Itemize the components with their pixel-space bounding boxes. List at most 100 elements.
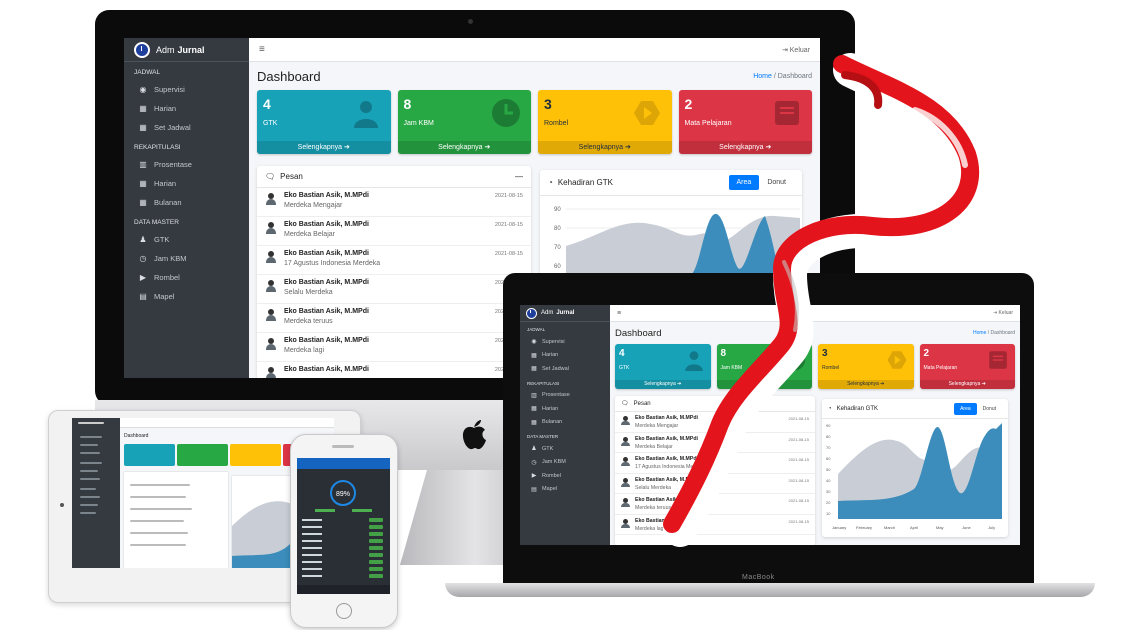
list-item[interactable]: Eko Bastian Asik, M.MPdi 17 Agustus Indon… xyxy=(257,246,531,275)
sidebar-item-harian[interactable]: ▦ Harian xyxy=(520,349,610,363)
more-info-label: Selengkapnya xyxy=(438,144,483,151)
sidebar-item-prosentase[interactable]: ▥ Prosentase xyxy=(520,389,610,403)
stat-label: Mata Pelajaran xyxy=(923,365,958,371)
message-author: Eko Bastian Asik, M.MPdi xyxy=(635,415,698,421)
list-item[interactable]: Eko Bastian Asik, M.MPdiMerdeka teruus20… xyxy=(257,304,531,333)
tab-area[interactable]: Area xyxy=(728,175,760,190)
sidebar-item-supervisi[interactable]: ◉ Supervisi xyxy=(124,80,249,99)
more-info-link[interactable]: Selengkapnya ➔ xyxy=(716,380,812,389)
y-tick: 70 xyxy=(826,445,831,450)
sidebar-item-set-jadwal[interactable]: ▦ Set Jadwal xyxy=(124,118,249,137)
list-item[interactable]: Eko Bastian Asik, M.MPdiMerdeka lagi2021… xyxy=(615,515,815,535)
collapse-button[interactable]: — xyxy=(515,172,523,181)
sidebar-item-jam-kbm[interactable]: ◷ Jam KBM xyxy=(520,456,610,470)
tablet-stat-box xyxy=(124,444,175,466)
logout-link[interactable]: ⇥ Keluar xyxy=(782,46,810,54)
list-item[interactable]: Eko Bastian Asik, M.MPdiSelalu Merdeka20… xyxy=(257,275,531,304)
avatar xyxy=(265,367,277,378)
breadcrumb-current: Dashboard xyxy=(990,330,1015,336)
more-info-link[interactable]: Selengkapnya ➔ xyxy=(818,380,914,389)
more-info-label: Selengkapnya xyxy=(948,381,981,387)
tablet-stat-box xyxy=(230,444,281,466)
laptop-brand-label: MacBook xyxy=(742,574,775,581)
list-item[interactable]: Eko Bastian Asik, M.MPdi2021-08-15 xyxy=(257,362,531,378)
nav-header-data-master: DATA MASTER xyxy=(527,434,559,439)
sidebar-item-set-jadwal[interactable]: ▦ Set Jadwal xyxy=(520,362,610,376)
x-tick: July xyxy=(988,525,995,530)
phone-home-button xyxy=(336,603,352,619)
breadcrumb-home[interactable]: Home xyxy=(973,330,986,336)
laptop-sidebar: Adm Jurnal JADWAL ◉ Supervisi ▦ Harian ▦ Se… xyxy=(520,305,610,545)
logout-link[interactable]: ⇥ Keluar xyxy=(993,310,1013,316)
sidebar-item-bulanan[interactable]: ▦ Bulanan xyxy=(520,416,610,430)
sidebar-item-gtk[interactable]: ♟ GTK xyxy=(124,230,249,249)
message-date: 2021-08-15 xyxy=(788,477,809,483)
stat-label: GTK xyxy=(263,120,278,127)
list-item[interactable]: Eko Bastian Asik, M.MPdiSelalu Merdeka20… xyxy=(615,474,815,494)
stat-value: 4 xyxy=(263,96,271,112)
tablet-home-dot xyxy=(60,503,64,507)
list-item[interactable]: Eko Bastian Asik, M.MPdiMerdeka lagi2021… xyxy=(257,333,531,362)
book-icon xyxy=(989,351,1007,369)
avatar xyxy=(621,477,630,487)
calendar-icon: ▦ xyxy=(531,366,537,373)
more-info-link[interactable]: Selengkapnya ➔ xyxy=(538,141,672,154)
more-info-link[interactable]: Selengkapnya ➔ xyxy=(257,141,391,154)
sidebar-item-rekap-harian[interactable]: ▦ Harian xyxy=(520,402,610,416)
sidebar-item-mapel[interactable]: ▤ Mapel xyxy=(520,483,610,497)
sidebar-item-rombel[interactable]: ▶ Rombel xyxy=(520,469,610,483)
brand[interactable]: Adm Jurnal xyxy=(124,38,249,62)
tab-donut[interactable]: Donut xyxy=(977,403,1002,415)
x-tick: May xyxy=(936,525,944,530)
logout-label: Keluar xyxy=(789,46,810,54)
more-info-label: Selengkapnya xyxy=(847,381,879,387)
sidebar-item-jam-kbm[interactable]: ◷ Jam KBM xyxy=(124,249,249,268)
stat-box-gtk: 4 GTK Selengkapnya ➔ xyxy=(615,344,711,389)
list-item[interactable]: Eko Bastian Asik, M.MPdi Merdeka Belajar 2… xyxy=(257,217,531,246)
breadcrumb-home[interactable]: Home xyxy=(753,73,772,80)
more-info-link[interactable]: Selengkapnya ➔ xyxy=(397,141,531,154)
message-text: Merdeka Belajar xyxy=(635,443,673,450)
sidebar-item-bulanan[interactable]: ▦ Bulanan xyxy=(124,193,249,212)
sidebar-item-mapel[interactable]: ▤ Mapel xyxy=(124,287,249,306)
y-tick: 30 xyxy=(826,489,831,494)
more-info-link[interactable]: Selengkapnya ➔ xyxy=(615,380,711,389)
hamburger-menu-icon[interactable]: ≡ xyxy=(617,310,621,317)
list-item[interactable]: Eko Bastian Asik, M.MPdi 17 Agustus Indon… xyxy=(615,453,815,474)
sidebar-item-label: Harian xyxy=(154,179,177,188)
sidebar-item-gtk[interactable]: ♟ GTK xyxy=(520,442,610,456)
list-item[interactable]: Eko Bastian Asik, M.MPdi Merdeka Mengajar… xyxy=(257,188,531,217)
messages-card-header: 🗨 Pesan xyxy=(615,396,815,412)
brand-prefix: Adm xyxy=(156,44,175,55)
stat-box-gtk: 4 GTK Selengkapnya ➔ xyxy=(257,90,391,154)
nav-header-jadwal: JADWAL xyxy=(134,69,161,76)
more-info-link[interactable]: Selengkapnya ➔ xyxy=(678,141,812,154)
list-item[interactable]: Eko Bastian Asik, M.MPdi Merdeka Mengajar… xyxy=(615,412,815,433)
tab-area[interactable]: Area xyxy=(954,402,977,415)
y-tick: 90 xyxy=(826,423,831,428)
book-icon xyxy=(775,101,799,125)
sidebar-item-label: Supervisi xyxy=(542,338,565,345)
tab-donut[interactable]: Donut xyxy=(759,175,794,190)
sidebar-item-rekap-harian[interactable]: ▦ Harian xyxy=(124,174,249,193)
list-item[interactable]: Eko Bastian Asik, M.MPdiMerdeka teruus20… xyxy=(615,494,815,515)
tablet-sidebar xyxy=(72,418,120,568)
sidebar-item-prosentase[interactable]: ▥ Prosentase xyxy=(124,155,249,174)
brand[interactable]: Adm Jurnal xyxy=(520,305,610,322)
eye-icon: ◉ xyxy=(139,85,147,94)
x-tick: June xyxy=(962,525,971,530)
y-tick: 40 xyxy=(826,478,831,483)
laptop-screen: Adm Jurnal JADWAL ◉ Supervisi ▦ Harian ▦ Se… xyxy=(520,305,1020,545)
message-text: Merdeka Mengajar xyxy=(284,202,343,209)
book-icon: ▤ xyxy=(139,292,147,301)
list-item[interactable]: Eko Bastian Asik, M.MPdi Merdeka Belajar 2… xyxy=(615,433,815,453)
hamburger-menu-icon[interactable]: ≡ xyxy=(259,44,265,55)
sidebar-item-supervisi[interactable]: ◉ Supervisi xyxy=(520,335,610,349)
stat-value: 8 xyxy=(403,96,412,112)
more-info-link[interactable]: Selengkapnya ➔ xyxy=(919,380,1015,389)
stat-label: Rombel xyxy=(822,365,840,371)
sidebar-item-label: Bulanan xyxy=(154,198,182,207)
sidebar-item-harian[interactable]: ▦ Harian xyxy=(124,99,249,118)
sidebar-item-rombel[interactable]: ▶ Rombel xyxy=(124,268,249,287)
page-title: Dashboard xyxy=(257,68,321,84)
